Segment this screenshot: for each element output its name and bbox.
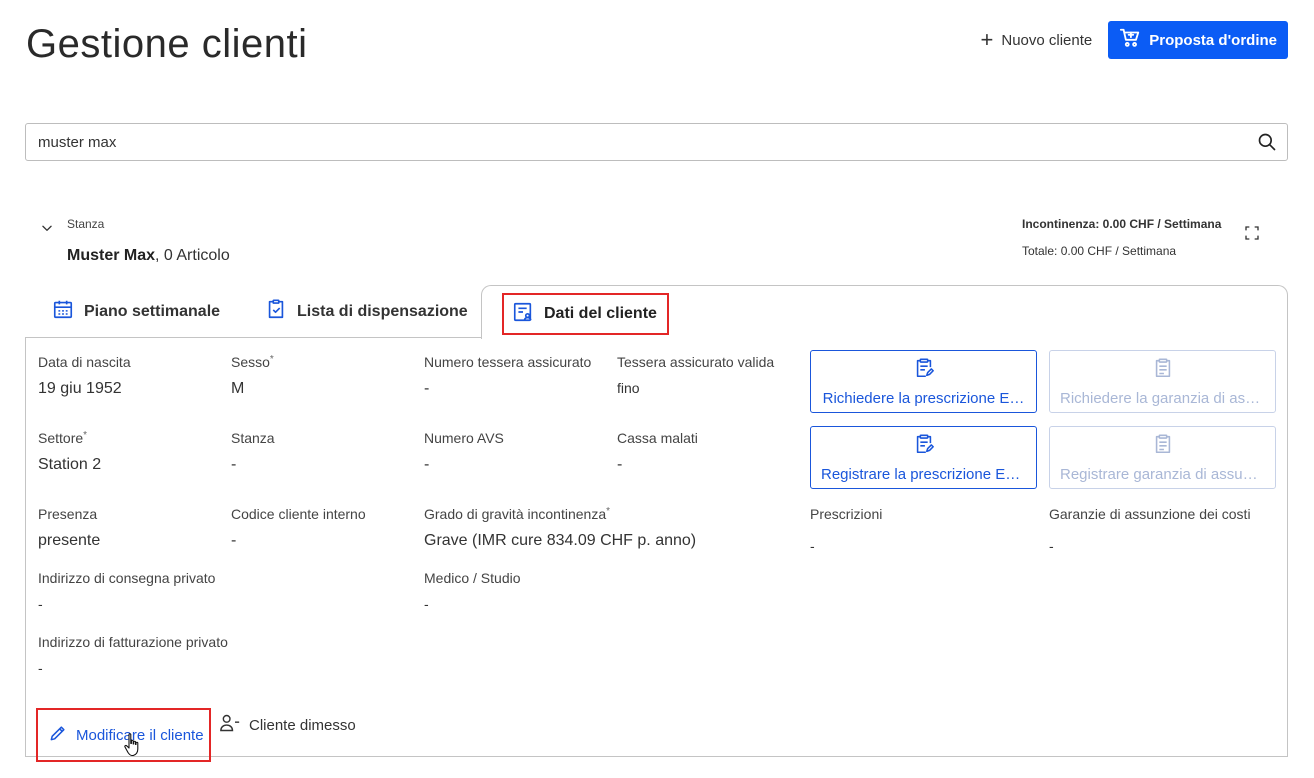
- search-icon[interactable]: [1247, 132, 1287, 152]
- plus-icon: +: [980, 27, 994, 52]
- client-name-value: Muster Max: [67, 247, 156, 264]
- presence-field: Presenza presente: [38, 506, 100, 550]
- request-prescription-button[interactable]: Richiedere la prescrizione E…: [810, 350, 1037, 413]
- client-name: Muster Max, 0 Articolo: [67, 247, 230, 265]
- health-insurance-value: -: [617, 456, 623, 473]
- calendar-icon: [52, 298, 74, 325]
- prescription-icon: [913, 433, 935, 460]
- register-prescription-button[interactable]: Registrare la prescrizione EM…: [810, 426, 1037, 489]
- hand-cursor-icon: [123, 732, 143, 763]
- doctor-label: Medico / Studio: [424, 570, 521, 586]
- prescription-icon: [913, 357, 935, 384]
- billing-address-value: -: [38, 660, 43, 676]
- sector-field: Settore* Station 2: [38, 430, 101, 474]
- request-guarantee-button[interactable]: Richiedere la garanzia di ass…: [1049, 350, 1276, 413]
- tab-client-data-label: Dati del cliente: [544, 305, 657, 322]
- severity-field: Grado di gravità incontinenza* Grave (IM…: [424, 506, 696, 550]
- tab-dispensing-list[interactable]: Lista di dispensazione: [265, 285, 468, 338]
- insurance-valid-field: Tessera assicurato valida fino: [617, 354, 774, 396]
- health-insurance-field: Cassa malati -: [617, 430, 698, 474]
- delivery-address-field: Indirizzo di consegna privato -: [38, 570, 215, 612]
- tab-weekly-plan-label: Piano settimanale: [84, 302, 221, 320]
- prescriptions-value: -: [810, 538, 815, 554]
- client-articles: , 0 Articolo: [155, 247, 230, 264]
- room-field-value: -: [231, 456, 237, 473]
- cart-icon: [1119, 27, 1141, 53]
- register-guarantee-button[interactable]: Registrare garanzia di assun…: [1049, 426, 1276, 489]
- clipboard-check-icon: [265, 298, 287, 325]
- billing-address-field: Indirizzo di fatturazione privato -: [38, 634, 228, 676]
- internal-code-field: Codice cliente interno -: [231, 506, 366, 550]
- weekly-total: Totale: 0.00 CHF / Settimana: [1022, 244, 1177, 258]
- insurance-card-label: Numero tessera assicurato: [424, 354, 592, 370]
- sector-value: Station 2: [38, 456, 102, 473]
- severity-label: Grado di gravità incontinenza*: [424, 506, 611, 522]
- fullscreen-icon[interactable]: [1244, 225, 1260, 246]
- new-client-button[interactable]: + Nuovo cliente: [981, 29, 1093, 51]
- search-input[interactable]: [26, 124, 1247, 160]
- prescriptions-label: Prescrizioni: [810, 506, 883, 522]
- delivery-address-value: -: [38, 596, 43, 612]
- sex-value: M: [231, 380, 245, 397]
- birth-date-value: 19 giu 1952: [38, 380, 122, 397]
- search-bar: [25, 123, 1288, 161]
- presence-value: presente: [38, 532, 101, 549]
- clipboard-icon: [1152, 433, 1174, 460]
- pencil-icon: [48, 723, 68, 748]
- order-proposal-button[interactable]: Proposta d'ordine: [1108, 21, 1288, 59]
- doctor-field: Medico / Studio -: [424, 570, 521, 612]
- insurance-valid-label: Tessera assicurato valida: [617, 354, 775, 370]
- sex-label: Sesso*: [231, 354, 274, 370]
- room-label: Stanza: [67, 217, 105, 231]
- user-minus-icon: [219, 713, 241, 737]
- chevron-down-icon[interactable]: [40, 221, 54, 240]
- tab-client-data-container: Dati del cliente: [481, 285, 1288, 339]
- birth-date-label: Data di nascita: [38, 354, 131, 370]
- delivery-address-label: Indirizzo di consegna privato: [38, 570, 216, 586]
- sector-label: Settore*: [38, 430, 88, 446]
- room-field: Stanza -: [231, 430, 275, 474]
- page-title: Gestione clienti: [26, 22, 308, 66]
- insurance-valid-value: fino: [617, 380, 640, 396]
- guarantees-label: Garanzie di assunzione dei costi: [1049, 506, 1251, 522]
- incontinence-total: Incontinenza: 0.00 CHF / Settimana: [1022, 217, 1222, 231]
- register-prescription-label: Registrare la prescrizione EM…: [821, 465, 1026, 483]
- avs-label: Numero AVS: [424, 430, 504, 446]
- discharge-client-label: Cliente dimesso: [249, 716, 356, 734]
- clipboard-icon: [1152, 357, 1174, 384]
- client-data-icon: [512, 301, 534, 328]
- doctor-value: -: [424, 596, 429, 612]
- new-client-label: Nuovo cliente: [1001, 31, 1093, 49]
- cost-totals: Incontinenza: 0.00 CHF / Settimana Total…: [1022, 217, 1221, 258]
- internal-code-label: Codice cliente interno: [231, 506, 366, 522]
- edit-client-button[interactable]: Modificare il cliente: [36, 708, 211, 762]
- discharge-client-button[interactable]: Cliente dimesso: [219, 714, 356, 736]
- billing-address-label: Indirizzo di fatturazione privato: [38, 634, 228, 650]
- register-guarantee-label: Registrare garanzia di assun…: [1060, 465, 1265, 483]
- guarantees-value: -: [1049, 538, 1054, 554]
- severity-value: Grave (IMR cure 834.09 CHF p. anno): [424, 532, 697, 549]
- request-prescription-label: Richiedere la prescrizione E…: [822, 389, 1025, 407]
- prescriptions-field: Prescrizioni -: [810, 506, 882, 554]
- header-actions: + Nuovo cliente Proposta d'ordine: [981, 21, 1288, 59]
- tab-dispensing-list-label: Lista di dispensazione: [297, 302, 468, 320]
- room-field-label: Stanza: [231, 430, 275, 446]
- tab-weekly-plan[interactable]: Piano settimanale: [52, 285, 220, 338]
- sex-field: Sesso* M: [231, 354, 274, 398]
- tab-client-data[interactable]: Dati del cliente: [502, 293, 669, 335]
- client-tabs: Piano settimanale Lista di dispensazione…: [25, 285, 1288, 339]
- internal-code-value: -: [231, 532, 237, 549]
- guarantees-field: Garanzie di assunzione dei costi -: [1049, 506, 1251, 554]
- health-insurance-label: Cassa malati: [617, 430, 698, 446]
- order-proposal-label: Proposta d'ordine: [1149, 31, 1277, 49]
- client-header: Stanza Muster Max, 0 Articolo Incontinen…: [40, 217, 1270, 267]
- request-guarantee-label: Richiedere la garanzia di ass…: [1060, 389, 1265, 407]
- insurance-card-field: Numero tessera assicurato -: [424, 354, 591, 398]
- insurance-card-value: -: [424, 380, 430, 397]
- avs-value: -: [424, 456, 430, 473]
- avs-field: Numero AVS -: [424, 430, 504, 474]
- birth-date-field: Data di nascita 19 giu 1952: [38, 354, 131, 398]
- presence-label: Presenza: [38, 506, 98, 522]
